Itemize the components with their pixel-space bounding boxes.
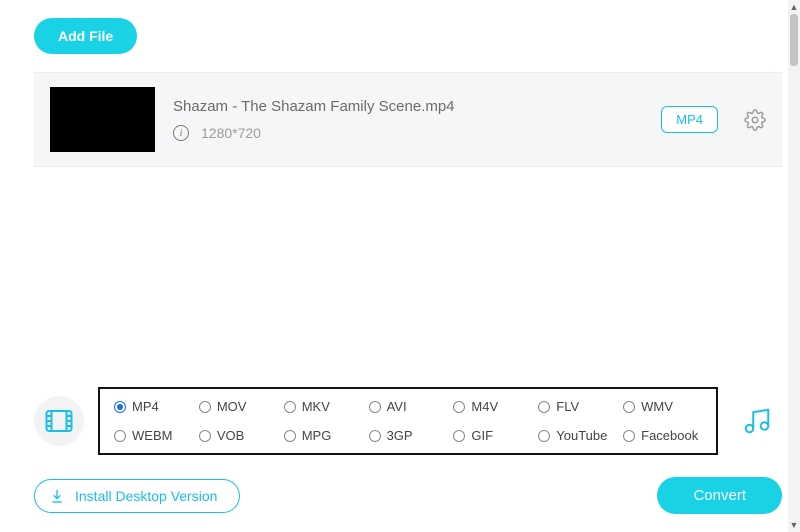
format-option-mpg[interactable]: MPG xyxy=(284,428,363,443)
format-option-avi[interactable]: AVI xyxy=(369,399,448,414)
format-panel: MP4 MOV MKV AVI M4V FLV WMV WEBM VOB MPG 3GP GIF You… xyxy=(34,387,782,455)
convert-button[interactable]: Convert xyxy=(657,477,782,514)
radio-icon xyxy=(199,401,211,413)
format-label: MOV xyxy=(217,399,247,414)
format-label: AVI xyxy=(387,399,407,414)
format-option-mp4[interactable]: MP4 xyxy=(114,399,193,414)
format-label: MKV xyxy=(302,399,330,414)
format-option-youtube[interactable]: YouTube xyxy=(538,428,617,443)
format-option-facebook[interactable]: Facebook xyxy=(623,428,702,443)
radio-icon xyxy=(453,430,465,442)
radio-icon xyxy=(114,401,126,413)
format-option-flv[interactable]: FLV xyxy=(538,399,617,414)
format-label: M4V xyxy=(471,399,498,414)
format-label: Facebook xyxy=(641,428,698,443)
radio-icon xyxy=(538,430,550,442)
radio-icon xyxy=(114,430,126,442)
format-option-mkv[interactable]: MKV xyxy=(284,399,363,414)
info-icon[interactable]: i xyxy=(173,125,189,141)
format-label: GIF xyxy=(471,428,493,443)
video-thumbnail xyxy=(50,87,155,152)
output-format-button[interactable]: MP4 xyxy=(661,106,718,133)
radio-icon xyxy=(284,401,296,413)
radio-icon xyxy=(369,430,381,442)
format-label: 3GP xyxy=(387,428,413,443)
file-resolution: 1280*720 xyxy=(201,125,261,141)
scroll-down-arrow-icon[interactable]: ▼ xyxy=(788,518,800,532)
format-label: WMV xyxy=(641,399,673,414)
install-desktop-label: Install Desktop Version xyxy=(75,488,217,504)
gear-icon[interactable] xyxy=(744,109,766,131)
radio-icon xyxy=(623,401,635,413)
format-option-wmv[interactable]: WMV xyxy=(623,399,702,414)
download-icon xyxy=(49,488,65,504)
file-info: Shazam - The Shazam Family Scene.mp4 i 1… xyxy=(173,98,643,141)
radio-icon xyxy=(199,430,211,442)
add-file-button[interactable]: Add File xyxy=(34,18,137,54)
format-label: MP4 xyxy=(132,399,159,414)
format-label: FLV xyxy=(556,399,579,414)
format-option-webm[interactable]: WEBM xyxy=(114,428,193,443)
format-option-vob[interactable]: VOB xyxy=(199,428,278,443)
file-name: Shazam - The Shazam Family Scene.mp4 xyxy=(173,98,643,115)
format-label: VOB xyxy=(217,428,244,443)
radio-icon xyxy=(369,401,381,413)
format-option-gif[interactable]: GIF xyxy=(453,428,532,443)
format-label: WEBM xyxy=(132,428,172,443)
install-desktop-button[interactable]: Install Desktop Version xyxy=(34,479,240,513)
format-label: YouTube xyxy=(556,428,607,443)
audio-tab-icon[interactable] xyxy=(732,396,782,446)
radio-icon xyxy=(623,430,635,442)
format-option-m4v[interactable]: M4V xyxy=(453,399,532,414)
format-option-3gp[interactable]: 3GP xyxy=(369,428,448,443)
radio-icon xyxy=(538,401,550,413)
file-row: Shazam - The Shazam Family Scene.mp4 i 1… xyxy=(34,72,782,167)
radio-icon xyxy=(284,430,296,442)
format-label: MPG xyxy=(302,428,332,443)
formats-grid: MP4 MOV MKV AVI M4V FLV WMV WEBM VOB MPG 3GP GIF You… xyxy=(98,387,718,455)
video-tab-icon[interactable] xyxy=(34,396,84,446)
format-option-mov[interactable]: MOV xyxy=(199,399,278,414)
radio-icon xyxy=(453,401,465,413)
